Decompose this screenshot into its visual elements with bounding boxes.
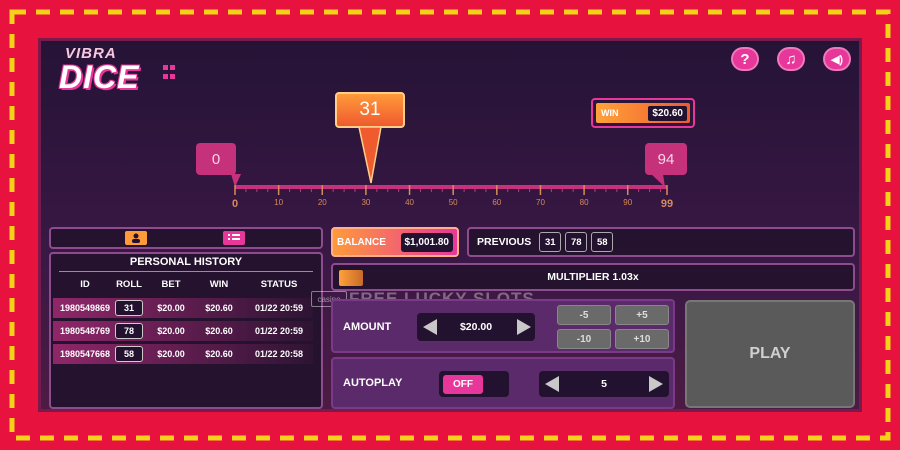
previous-roll-chip: 31 bbox=[539, 232, 562, 252]
multiplier-bar: MULTIPLIER 1.03x bbox=[331, 263, 855, 291]
slider-tick-label: 20 bbox=[317, 198, 327, 207]
autoplay-decrease-arrow-icon[interactable] bbox=[545, 376, 559, 392]
history-tabs bbox=[49, 227, 323, 249]
col-header-bet: BET bbox=[161, 279, 181, 290]
autoplay-increase-arrow-icon[interactable] bbox=[649, 376, 663, 392]
col-header-id: ID bbox=[80, 279, 90, 290]
amount-increase-arrow-icon[interactable] bbox=[517, 319, 531, 335]
target-pointer bbox=[358, 126, 382, 184]
multiplier-fill bbox=[339, 270, 363, 286]
slider-tick-label: 0 bbox=[231, 198, 239, 210]
table-row: 1980549869 31 $20.00 $20.60 01/22 20:59 bbox=[53, 298, 313, 318]
slider-tick-label: 70 bbox=[536, 198, 545, 207]
row-id: 1980549869 bbox=[59, 303, 111, 313]
slider-tick-label: 80 bbox=[579, 198, 589, 207]
slider-ticks bbox=[231, 126, 668, 195]
slider-tick-label: 99 bbox=[660, 198, 674, 210]
autoplay-toggle-label: OFF bbox=[443, 374, 483, 394]
col-header-roll: ROLL bbox=[116, 279, 142, 290]
slider-tick-label: 60 bbox=[492, 198, 502, 207]
amount-panel: AMOUNT $20.00 -5 +5 -10 +10 bbox=[331, 299, 675, 353]
autoplay-panel: AUTOPLAY OFF 5 bbox=[331, 357, 675, 409]
previous-rolls: PREVIOUS 31 78 58 bbox=[467, 227, 855, 257]
col-header-status: STATUS bbox=[260, 279, 298, 290]
row-status: 01/22 20:59 bbox=[254, 303, 304, 313]
table-row: 1980547668 58 $20.00 $20.60 01/22 20:58 bbox=[53, 344, 313, 364]
previous-label: PREVIOUS bbox=[477, 236, 532, 248]
table-row: 1980548769 78 $20.00 $20.60 01/22 20:59 bbox=[53, 321, 313, 341]
slider-tick-label: 40 bbox=[405, 198, 414, 207]
row-id: 1980548769 bbox=[59, 326, 111, 336]
play-button[interactable]: PLAY bbox=[685, 300, 855, 408]
row-win: $20.60 bbox=[205, 326, 233, 336]
row-win: $20.60 bbox=[205, 303, 233, 313]
row-bet: $20.00 bbox=[157, 326, 185, 336]
row-bet: $20.00 bbox=[157, 303, 185, 313]
row-bet: $20.00 bbox=[157, 349, 185, 359]
personal-history-tab-icon[interactable] bbox=[125, 231, 147, 245]
slider-tick-label: 10 bbox=[274, 198, 284, 207]
step-plus-10-button[interactable]: +10 bbox=[615, 329, 669, 349]
slider-track[interactable] bbox=[235, 185, 667, 189]
previous-roll-chip: 58 bbox=[591, 232, 614, 252]
amount-decrease-arrow-icon[interactable] bbox=[423, 319, 437, 335]
row-win: $20.60 bbox=[205, 349, 233, 359]
autoplay-count: 5 bbox=[601, 378, 607, 390]
personal-history-panel: PERSONAL HISTORY ID ROLL BET WIN STATUS … bbox=[49, 252, 323, 409]
previous-roll-chip: 78 bbox=[565, 232, 588, 252]
balance-display: BALANCE $1,001.80 bbox=[331, 227, 459, 257]
history-title: PERSONAL HISTORY bbox=[129, 256, 243, 268]
row-roll: 31 bbox=[115, 300, 143, 316]
row-id: 1980547668 bbox=[59, 349, 111, 359]
game-area: VIBRA DICE ? ♫ ◀) WIN $20.60 0 94 31 0 10… bbox=[38, 38, 862, 412]
amount-label: AMOUNT bbox=[343, 321, 392, 333]
autoplay-toggle[interactable]: OFF bbox=[439, 371, 509, 397]
col-header-win: WIN bbox=[209, 279, 229, 290]
amount-value: $20.00 bbox=[459, 321, 493, 333]
multiplier-label: MULTIPLIER 1.03x bbox=[547, 271, 639, 283]
slider-tick-label: 30 bbox=[361, 198, 371, 207]
row-status: 01/22 20:58 bbox=[254, 349, 304, 359]
row-roll: 78 bbox=[115, 323, 143, 339]
row-status: 01/22 20:59 bbox=[254, 326, 304, 336]
row-roll: 58 bbox=[115, 346, 143, 362]
balance-label: BALANCE bbox=[337, 236, 386, 248]
balance-value: $1,001.80 bbox=[400, 232, 453, 252]
step-plus-5-button[interactable]: +5 bbox=[615, 305, 669, 325]
step-minus-5-button[interactable]: -5 bbox=[557, 305, 611, 325]
step-minus-10-button[interactable]: -10 bbox=[557, 329, 611, 349]
all-history-tab-icon[interactable] bbox=[223, 231, 245, 245]
slider-tick-label: 90 bbox=[623, 198, 633, 207]
history-divider bbox=[59, 271, 313, 272]
autoplay-label: AUTOPLAY bbox=[343, 377, 403, 389]
slider-tick-label: 50 bbox=[448, 198, 458, 207]
